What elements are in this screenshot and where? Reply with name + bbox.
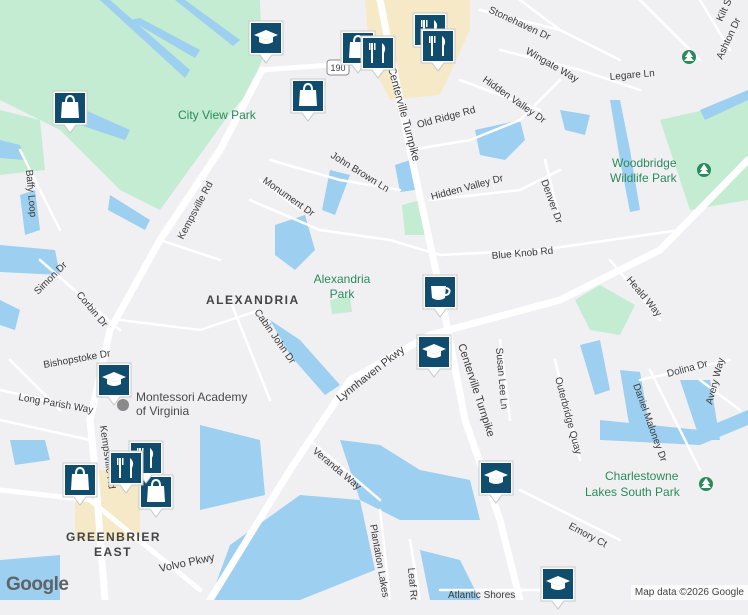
street-label-long-parish-way: Long Parish Way [17,392,94,416]
shopping-marker[interactable] [52,90,88,134]
greenbrier-label-2: EAST [94,545,132,559]
street-label-ashton-dr: Ashton Dr [715,16,744,62]
alexandria-area-label: ALEXANDRIA [206,293,300,307]
alexandria-park-label-1: Alexandria [314,272,371,286]
map-canvas[interactable]: 190 City View Park Alexandria Park Woodb… [0,0,748,600]
park-area [575,285,635,335]
map-data-attribution[interactable]: Map data ©2026 Google [630,585,748,600]
alexandria-park-label-2: Park [330,287,356,301]
woodbridge-label-2: Wildlife Park [610,171,678,185]
charlestowne-label-2: Lakes South Park [585,485,681,499]
woodbridge-label-1: Woodbridge [612,156,677,170]
street-label-monument-dr: Monument Dr [260,175,316,219]
charlestowne-label-1: Charlestowne [605,469,679,483]
street-label-leaf-rd: Leaf Rd [405,567,419,600]
greenbrier-label-1: GREENBRIER [66,530,161,544]
street-label-hidden-valley-dr: Hidden Valley Dr [430,173,505,203]
restaurant-marker[interactable] [108,450,144,494]
school-marker[interactable] [96,362,132,406]
school-marker[interactable] [248,20,284,64]
google-logo[interactable]: Google [6,574,69,596]
shopping-marker[interactable] [290,78,326,122]
school-marker[interactable] [478,460,514,504]
street-label-legare-ln: Legare Ln [609,68,655,83]
street-label-old-ridge-rd: Old Ridge Rd [416,105,477,131]
street-label-wingate-way: Wingate Way [524,46,581,85]
tree-icon [682,50,696,64]
montessori-label-2: of Virginia [136,404,189,418]
street-label-outerbridge-quay: Outerbridge Quay [552,376,583,456]
street-label-denver-dr: Denver Dr [538,178,564,225]
street-label-volvo-pkwy: Volvo Pkwy [158,551,216,575]
street-label-stonehaven-dr: Stonehaven Dr [487,5,553,43]
school-marker[interactable] [540,566,576,610]
street-label-corbin-dr: Corbin Dr [74,290,110,330]
shopping-marker[interactable] [62,462,98,506]
city-view-park-label: City View Park [178,108,257,122]
street-label-lynnhaven-pkwy: Lynnhaven Pkwy [334,344,407,405]
street-label-susan-lee-ln: Susan Lee Ln [493,347,509,409]
tree-icon [697,163,711,177]
street-label-emory-ct: Emory Ct [567,521,609,550]
school-marker[interactable] [416,334,452,378]
tree-icon [699,477,713,491]
street-label-atlantic-shores: Atlantic Shores [448,590,515,600]
cafe-marker[interactable] [422,274,458,318]
street-label-dolina-dr: Dolina Dr [666,358,710,380]
restaurant-marker[interactable] [420,28,456,72]
street-label-blue-knob-rd: Blue Knob Rd [491,246,553,262]
montessori-label-1: Montessori Academy [136,390,247,404]
restaurant-marker[interactable] [360,35,396,79]
